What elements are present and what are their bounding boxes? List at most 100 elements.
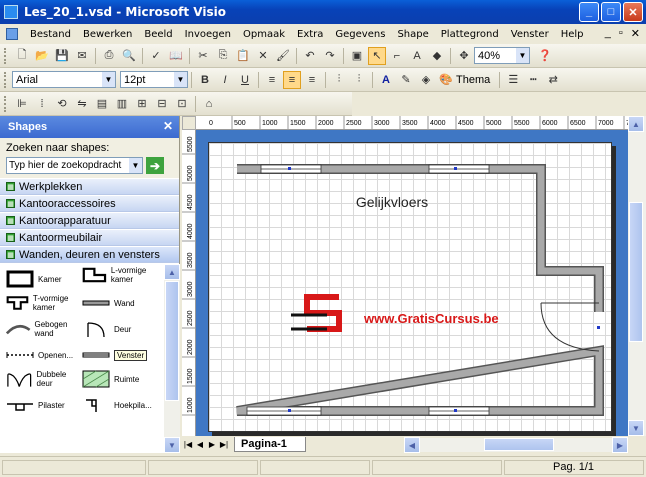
print-preview-icon[interactable]: 🔍: [120, 47, 138, 65]
new-icon[interactable]: 🗋: [13, 47, 31, 65]
menu-help[interactable]: Help: [555, 29, 590, 40]
shape-kamer[interactable]: Kamer: [6, 270, 62, 288]
drawing-page[interactable]: Gelijkvloers www.GratisCursus.be: [208, 142, 612, 432]
text-tool-icon[interactable]: A: [408, 47, 426, 65]
fill-color-icon[interactable]: ◈: [417, 71, 435, 89]
menu-venster[interactable]: Venster: [505, 29, 555, 40]
save-icon[interactable]: 💾: [53, 47, 71, 65]
menu-extra[interactable]: Extra: [291, 29, 329, 40]
connect-icon[interactable]: ⊡: [173, 95, 191, 113]
canvas-hscrollbar[interactable]: ◀ ▶: [404, 437, 628, 453]
stencil-kantoorapparatuur[interactable]: ▦ Kantoorapparatuur: [0, 212, 179, 229]
menu-bewerken[interactable]: Bewerken: [77, 29, 138, 40]
chevron-down-icon[interactable]: ▼: [516, 48, 529, 63]
line-weight-icon[interactable]: ☰: [504, 71, 522, 89]
distribute-icon[interactable]: ⁞: [33, 95, 51, 113]
scroll-down-icon[interactable]: ▼: [628, 420, 644, 436]
scroll-thumb[interactable]: [484, 438, 554, 451]
stencil-kantooraccessoires[interactable]: ▦ Kantooraccessoires: [0, 195, 179, 212]
shape-ruimte[interactable]: Ruimte: [82, 370, 139, 388]
align-top-icon[interactable]: ⫶: [330, 71, 348, 89]
help-icon[interactable]: ❓: [536, 47, 554, 65]
permission-icon[interactable]: ✉: [73, 47, 91, 65]
doc-close-button[interactable]: ✕: [631, 27, 640, 40]
align-right-icon[interactable]: ≡: [303, 71, 321, 89]
drawing-canvas[interactable]: Gelijkvloers www.GratisCursus.be: [196, 130, 628, 436]
flip-icon[interactable]: ⇋: [73, 95, 91, 113]
shape-l-vormige-kamer[interactable]: L-vormige kamer: [82, 266, 164, 284]
minimize-button[interactable]: _: [579, 2, 599, 22]
layout-icon[interactable]: ⌂: [200, 95, 218, 113]
scroll-down-icon[interactable]: ▼: [164, 437, 180, 453]
align-middle-icon[interactable]: ⫶: [350, 71, 368, 89]
menu-invoegen[interactable]: Invoegen: [179, 29, 237, 40]
shape-wand[interactable]: Wand: [82, 294, 135, 312]
copy-icon[interactable]: ⎘: [214, 47, 232, 65]
connector-tool-icon[interactable]: ⌐: [388, 47, 406, 65]
toolbar-grip[interactable]: [4, 95, 8, 112]
line-pattern-icon[interactable]: ┅: [524, 71, 542, 89]
menu-opmaak[interactable]: Opmaak: [237, 29, 291, 40]
scroll-right-icon[interactable]: ▶: [612, 437, 628, 453]
align-center-icon[interactable]: ≡: [283, 70, 301, 89]
shape-venster[interactable]: Venster: [82, 346, 148, 364]
doc-minimize-button[interactable]: _: [605, 27, 611, 40]
next-page-icon[interactable]: ▶: [206, 440, 218, 449]
delete-icon[interactable]: ✕: [254, 47, 272, 65]
shape-deur[interactable]: Deur: [82, 320, 131, 338]
shape-gebogen-wand[interactable]: Gebogen wand: [6, 320, 82, 338]
menu-beeld[interactable]: Beeld: [138, 29, 178, 40]
spelling-icon[interactable]: ✓: [147, 47, 165, 65]
last-page-icon[interactable]: ▶|: [218, 440, 230, 449]
shapes-scrollbar[interactable]: ▲ ▼: [164, 264, 180, 453]
chevron-down-icon[interactable]: ▼: [174, 72, 187, 87]
redo-icon[interactable]: ↷: [321, 47, 339, 65]
prev-page-icon[interactable]: ◀: [194, 440, 206, 449]
menu-plattegrond[interactable]: Plattegrond: [435, 29, 505, 40]
underline-icon[interactable]: U: [236, 71, 254, 89]
theme-icon[interactable]: 🎨: [437, 71, 455, 89]
search-go-button[interactable]: ➔: [146, 157, 164, 174]
open-icon[interactable]: 📂: [33, 47, 51, 65]
font-combo[interactable]: Arial ▼: [12, 71, 116, 88]
stencil-wanden-deuren-vensters[interactable]: ▦ Wanden, deuren en vensters: [0, 246, 179, 263]
maximize-button[interactable]: □: [601, 2, 621, 22]
vertical-ruler[interactable]: 5500 5000 4500 4000 3500 3000 2500 2000 1500 1000: [182, 130, 196, 436]
shapes-window-icon[interactable]: ▣: [348, 47, 366, 65]
door-shape[interactable]: [540, 302, 600, 352]
menu-bestand[interactable]: Bestand: [24, 29, 77, 40]
shape-t-vormige-kamer[interactable]: T-vormige kamer: [6, 294, 82, 312]
zoom-combo[interactable]: 40% ▼: [474, 47, 530, 64]
group-icon[interactable]: ⊞: [133, 95, 151, 113]
canvas-vscrollbar[interactable]: ▲ ▼: [628, 116, 646, 436]
scroll-up-icon[interactable]: ▲: [628, 116, 644, 132]
pan-zoom-icon[interactable]: ✥: [455, 47, 473, 65]
stencil-kantoormeubilair[interactable]: ▦ Kantoormeubilair: [0, 229, 179, 246]
paste-icon[interactable]: 📋: [234, 47, 252, 65]
scroll-thumb[interactable]: [165, 281, 179, 401]
undo-icon[interactable]: ↶: [301, 47, 319, 65]
font-color-icon[interactable]: A: [377, 71, 395, 89]
document-menu-icon[interactable]: [0, 28, 24, 40]
first-page-icon[interactable]: |◀: [182, 440, 194, 449]
scroll-left-icon[interactable]: ◀: [404, 437, 420, 453]
rotate-icon[interactable]: ⟲: [53, 95, 71, 113]
align-shapes-icon[interactable]: ⊫: [13, 95, 31, 113]
menu-shape[interactable]: Shape: [391, 29, 434, 40]
research-icon[interactable]: 📖: [167, 47, 185, 65]
bold-icon[interactable]: B: [196, 71, 214, 89]
font-size-combo[interactable]: 12pt ▼: [120, 71, 188, 88]
close-button[interactable]: ✕: [623, 2, 643, 22]
shape-dubbele-deur[interactable]: Dubbele deur: [6, 370, 82, 388]
close-icon[interactable]: ✕: [163, 119, 173, 133]
search-input[interactable]: Typ hier de zoekopdracht ▼: [6, 157, 143, 174]
menu-gegevens[interactable]: Gegevens: [329, 29, 391, 40]
pointer-tool-icon[interactable]: ↖: [368, 46, 386, 65]
scroll-up-icon[interactable]: ▲: [164, 264, 180, 280]
line-color-icon[interactable]: ✎: [397, 71, 415, 89]
room-label[interactable]: Gelijkvloers: [356, 194, 428, 210]
bring-front-icon[interactable]: ▤: [93, 95, 111, 113]
horizontal-ruler[interactable]: 0 500 1000 1500 2000 2500 3000 3500 4000 4500 5000…: [196, 116, 628, 130]
shape-pilaster[interactable]: Pilaster: [6, 396, 65, 414]
line-ends-icon[interactable]: ⇄: [544, 71, 562, 89]
